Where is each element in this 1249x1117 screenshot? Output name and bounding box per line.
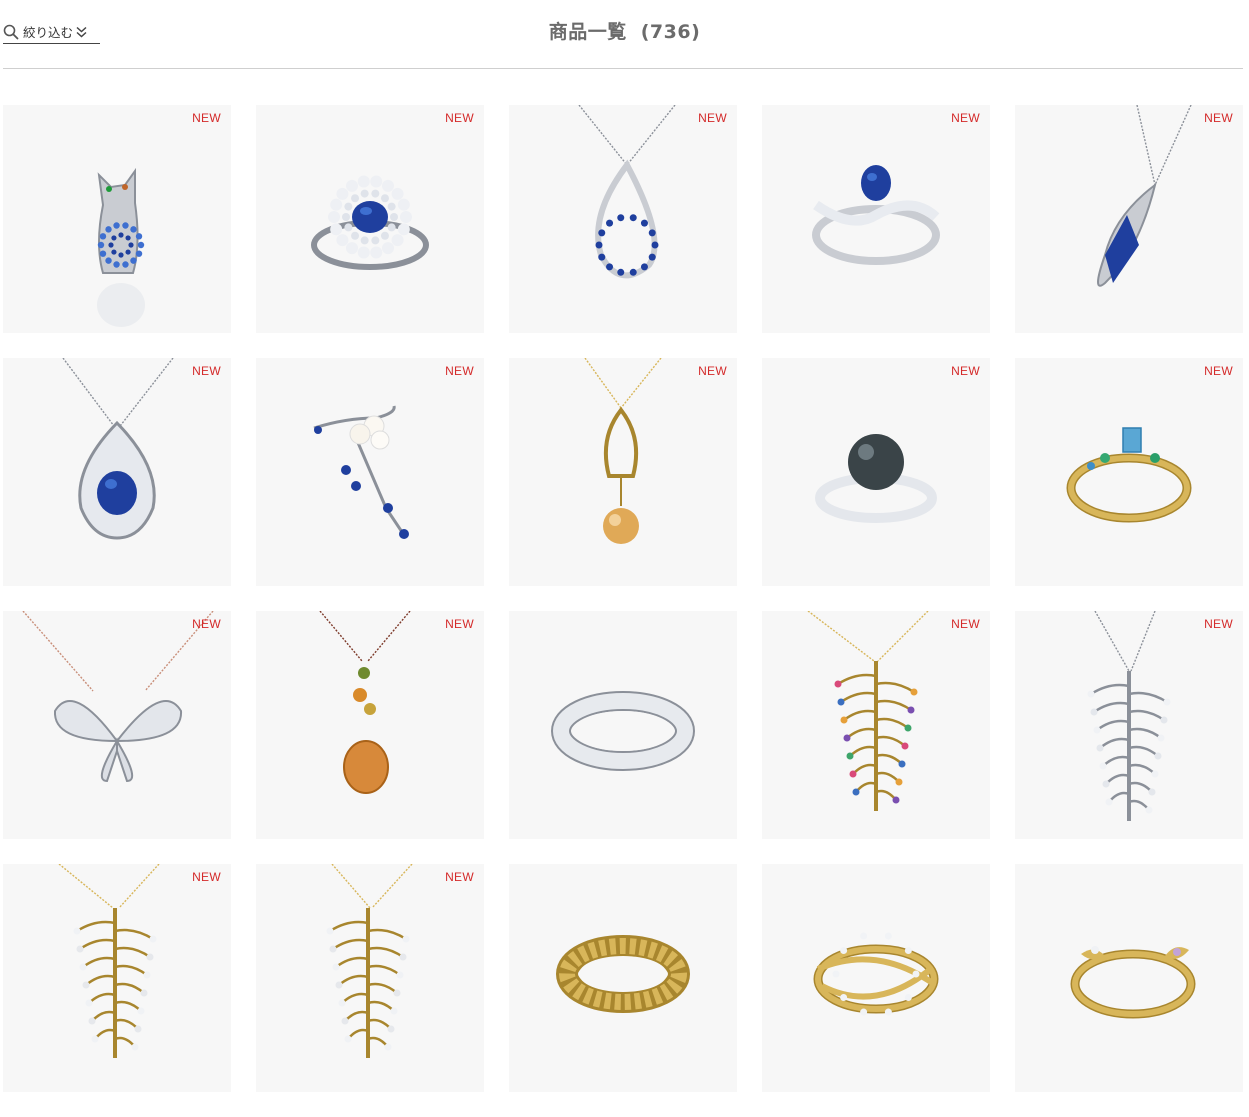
product-card[interactable]: NEW bbox=[1015, 105, 1243, 333]
product-image bbox=[1066, 427, 1192, 523]
new-badge: NEW bbox=[951, 617, 980, 631]
new-badge: NEW bbox=[445, 111, 474, 125]
product-card[interactable]: NEW bbox=[256, 611, 484, 839]
product-image bbox=[815, 434, 937, 523]
product-image bbox=[311, 175, 429, 270]
header-divider bbox=[3, 68, 1243, 69]
product-image bbox=[58, 864, 160, 1058]
product-image bbox=[1097, 105, 1192, 287]
new-badge: NEW bbox=[698, 364, 727, 378]
product-card[interactable]: NEW bbox=[1015, 358, 1243, 586]
product-card[interactable]: NEW bbox=[509, 105, 737, 333]
product-image bbox=[813, 932, 939, 1016]
product-image bbox=[22, 611, 214, 783]
product-card[interactable] bbox=[509, 611, 737, 839]
new-badge: NEW bbox=[192, 364, 221, 378]
product-card[interactable]: NEW bbox=[256, 358, 484, 586]
new-badge: NEW bbox=[951, 111, 980, 125]
new-badge: NEW bbox=[192, 870, 221, 884]
new-badge: NEW bbox=[445, 364, 474, 378]
new-badge: NEW bbox=[1204, 364, 1233, 378]
product-image bbox=[584, 358, 662, 544]
new-badge: NEW bbox=[1204, 111, 1233, 125]
new-badge: NEW bbox=[1204, 617, 1233, 631]
product-card[interactable]: NEW bbox=[3, 358, 231, 586]
page-title-text: 商品一覧 bbox=[548, 21, 627, 43]
product-card[interactable] bbox=[762, 864, 990, 1092]
product-image bbox=[62, 358, 174, 540]
product-card[interactable]: NEW bbox=[3, 611, 231, 839]
product-image bbox=[578, 105, 676, 279]
product-image bbox=[313, 405, 409, 539]
product-image bbox=[326, 864, 413, 1058]
new-badge: NEW bbox=[445, 617, 474, 631]
product-count: (736) bbox=[640, 21, 701, 43]
page-header: 絞り込む 商品一覧 (736) bbox=[0, 0, 1249, 68]
product-card[interactable]: NEW bbox=[762, 358, 990, 586]
product-image bbox=[807, 611, 929, 811]
product-card[interactable]: NEW bbox=[3, 864, 231, 1092]
product-image bbox=[319, 611, 411, 794]
product-image bbox=[812, 165, 940, 265]
product-card[interactable]: NEW bbox=[256, 864, 484, 1092]
product-card[interactable]: NEW bbox=[762, 611, 990, 839]
product-image bbox=[1070, 946, 1196, 1019]
product-grid: NEW NEW NEW NEW NEW NEW NEW NEW NEW NEW bbox=[3, 105, 1243, 1092]
product-image bbox=[551, 691, 695, 771]
product-card[interactable]: NEW bbox=[256, 105, 484, 333]
product-image bbox=[556, 935, 690, 1013]
product-card[interactable]: NEW bbox=[3, 105, 231, 333]
product-card[interactable]: NEW bbox=[509, 358, 737, 586]
product-card[interactable] bbox=[1015, 864, 1243, 1092]
product-card[interactable]: NEW bbox=[762, 105, 990, 333]
new-badge: NEW bbox=[698, 111, 727, 125]
product-card[interactable] bbox=[509, 864, 737, 1092]
product-card[interactable]: NEW bbox=[1015, 611, 1243, 839]
new-badge: NEW bbox=[192, 617, 221, 631]
product-image bbox=[97, 167, 145, 327]
new-badge: NEW bbox=[192, 111, 221, 125]
new-badge: NEW bbox=[951, 364, 980, 378]
page-title: 商品一覧 (736) bbox=[0, 17, 1249, 44]
product-image bbox=[1087, 611, 1171, 821]
new-badge: NEW bbox=[445, 870, 474, 884]
